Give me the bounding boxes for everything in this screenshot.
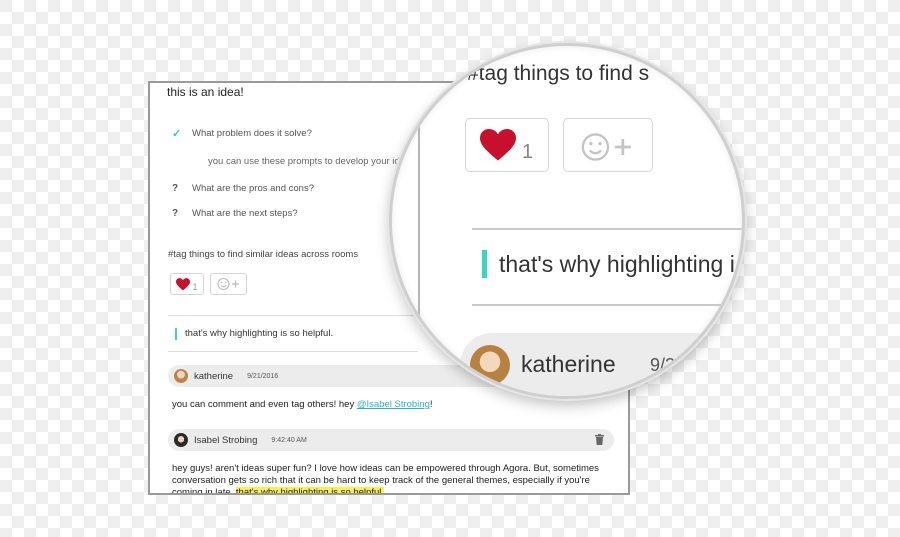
comment-text: hey guys! aren't ideas super fun? I love… [172, 463, 617, 495]
heart-icon [176, 277, 191, 290]
prompt-label: What are the pros and cons? [192, 183, 314, 194]
magnifier-lens: #tag things to find s 1 that's why highl… [389, 43, 745, 399]
comment-date: 9/21/2016 [247, 372, 279, 380]
zoom-highlight-quote: that's why highlighting i [482, 250, 735, 278]
avatar[interactable] [174, 369, 188, 383]
comment-text-part: you can comment and even tag others! hey [172, 399, 357, 410]
comment-header: Isabel Strobing 9:42:40 AM [168, 429, 614, 451]
add-emoji-icon [216, 277, 239, 291]
prompt-item-pros-cons[interactable]: ? What are the pros and cons? [172, 183, 314, 194]
trash-icon[interactable] [595, 434, 604, 448]
comment-line: hey guys! aren't ideas super fun? I love… [172, 463, 599, 474]
card-border-zoomed [418, 46, 420, 396]
divider [472, 304, 742, 306]
comment-line: conversation gets so rich that it can be… [172, 475, 590, 486]
question-icon: ? [172, 183, 179, 194]
add-emoji-icon [581, 133, 631, 161]
comment-date: 9:42:40 AM [271, 436, 307, 444]
divider [168, 351, 418, 352]
prompt-label: What are the next steps? [192, 208, 298, 219]
zoom-add-reaction-button [563, 118, 653, 172]
prompt-helper-text: you can use these prompts to develop you… [208, 156, 411, 167]
like-button[interactable]: 1 [170, 273, 204, 295]
tag-input[interactable]: #tag things to find similar ideas across… [168, 249, 358, 260]
highlight-quote[interactable]: that's why highlighting is so helpful. [175, 328, 333, 340]
comment-text: you can comment and even tag others! hey… [172, 399, 433, 411]
zoom-comment-date: 9/2 [650, 355, 676, 375]
comment-line: coming in late. that's why highlighting … [172, 487, 617, 495]
add-reaction-button[interactable] [210, 273, 247, 295]
comment-author[interactable]: katherine [194, 371, 233, 382]
avatar [470, 345, 510, 385]
comment-text-part: coming in late. [172, 487, 236, 495]
comment-author[interactable]: Isabel Strobing [194, 435, 257, 446]
comment-text-part: ! [429, 399, 433, 410]
mention-link[interactable]: @Isabel Strobing [357, 399, 430, 410]
check-icon: ✓ [172, 128, 182, 140]
heart-icon [480, 129, 516, 161]
prompt-item-next-steps[interactable]: ? What are the next steps? [172, 208, 298, 219]
idea-title: this is an idea! [167, 85, 244, 99]
highlighted-text[interactable]: that's why highlighting is so helpful. [235, 487, 385, 493]
like-count: 1 [192, 282, 198, 292]
prompt-label: What problem does it solve? [192, 128, 312, 139]
prompt-item-problem[interactable]: ✓ What problem does it solve? [172, 128, 312, 140]
avatar[interactable] [174, 433, 188, 447]
zoom-like-count: 1 [522, 141, 534, 163]
zoom-comment-author: katherine [521, 351, 616, 377]
divider [472, 228, 742, 230]
zoom-like-button: 1 [465, 118, 549, 172]
question-icon: ? [172, 208, 179, 219]
zoom-tag-input: #tag things to find s [467, 62, 650, 85]
zoom-comment-header: katherine 9/2 [460, 333, 742, 396]
divider [168, 315, 418, 316]
